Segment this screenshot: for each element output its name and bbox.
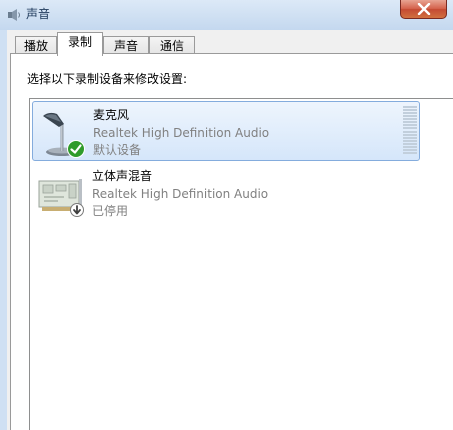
level-meter-segment [403,112,417,115]
tab-recording[interactable]: 录制 [57,32,103,56]
level-meter-segment [403,106,417,108]
window-title: 声音 [26,7,51,21]
tab-label: 播放 [23,39,48,53]
instruction-text: 选择以下录制设备来修改设置: [27,72,188,86]
device-name: 麦克风 [93,108,130,122]
tab-label: 声音 [113,39,138,53]
close-button[interactable] [400,0,447,19]
level-meter-segment [403,139,417,142]
recording-tab-panel: 选择以下录制设备来修改设置: 麦克风 Realtek High Definiti… [10,53,453,430]
list-item-microphone[interactable]: 麦克风 Realtek High Definition Audio 默认设备 [32,101,420,161]
tab-label: 通信 [159,39,184,53]
device-list[interactable]: 麦克风 Realtek High Definition Audio 默认设备 立… [29,98,453,430]
disabled-arrow-icon [70,203,84,217]
level-meter-segment [403,121,417,124]
title-bar[interactable]: 声音 [0,0,453,30]
level-meter-segment [403,127,417,130]
close-icon [417,3,430,15]
level-meter-segment [403,118,417,121]
level-meter-segment [403,124,417,127]
default-checkmark-icon [67,140,85,158]
dialog-client-area: 播放 录制 声音 通信 选择以下录制设备来修改设置: 麦克风 Realtek H… [7,30,453,430]
speaker-icon [8,9,20,21]
device-status: 默认设备 [93,143,142,157]
tab-label: 录制 [67,35,92,49]
level-meter-segment [403,136,417,139]
device-status: 已停用 [92,204,129,218]
level-meter-segment [403,142,417,145]
level-meter-segment [403,133,417,136]
level-meter-segment [403,145,417,148]
level-meter-segment [403,151,417,154]
device-description: Realtek High Definition Audio [92,187,269,201]
device-name: 立体声混音 [92,169,153,183]
sound-dialog: 声音 播放 录制 声音 通信 选择以下录制设备来修改设置: 麦克风 Realte… [0,0,453,430]
level-meter-segment [403,115,417,118]
level-meter-segment [403,148,417,151]
level-meter-segment [403,109,417,112]
level-meter [403,106,417,154]
list-item-stereo-mix[interactable]: 立体声混音 Realtek High Definition Audio 已停用 [32,163,420,223]
device-description: Realtek High Definition Audio [93,126,270,140]
level-meter-segment [403,130,417,133]
